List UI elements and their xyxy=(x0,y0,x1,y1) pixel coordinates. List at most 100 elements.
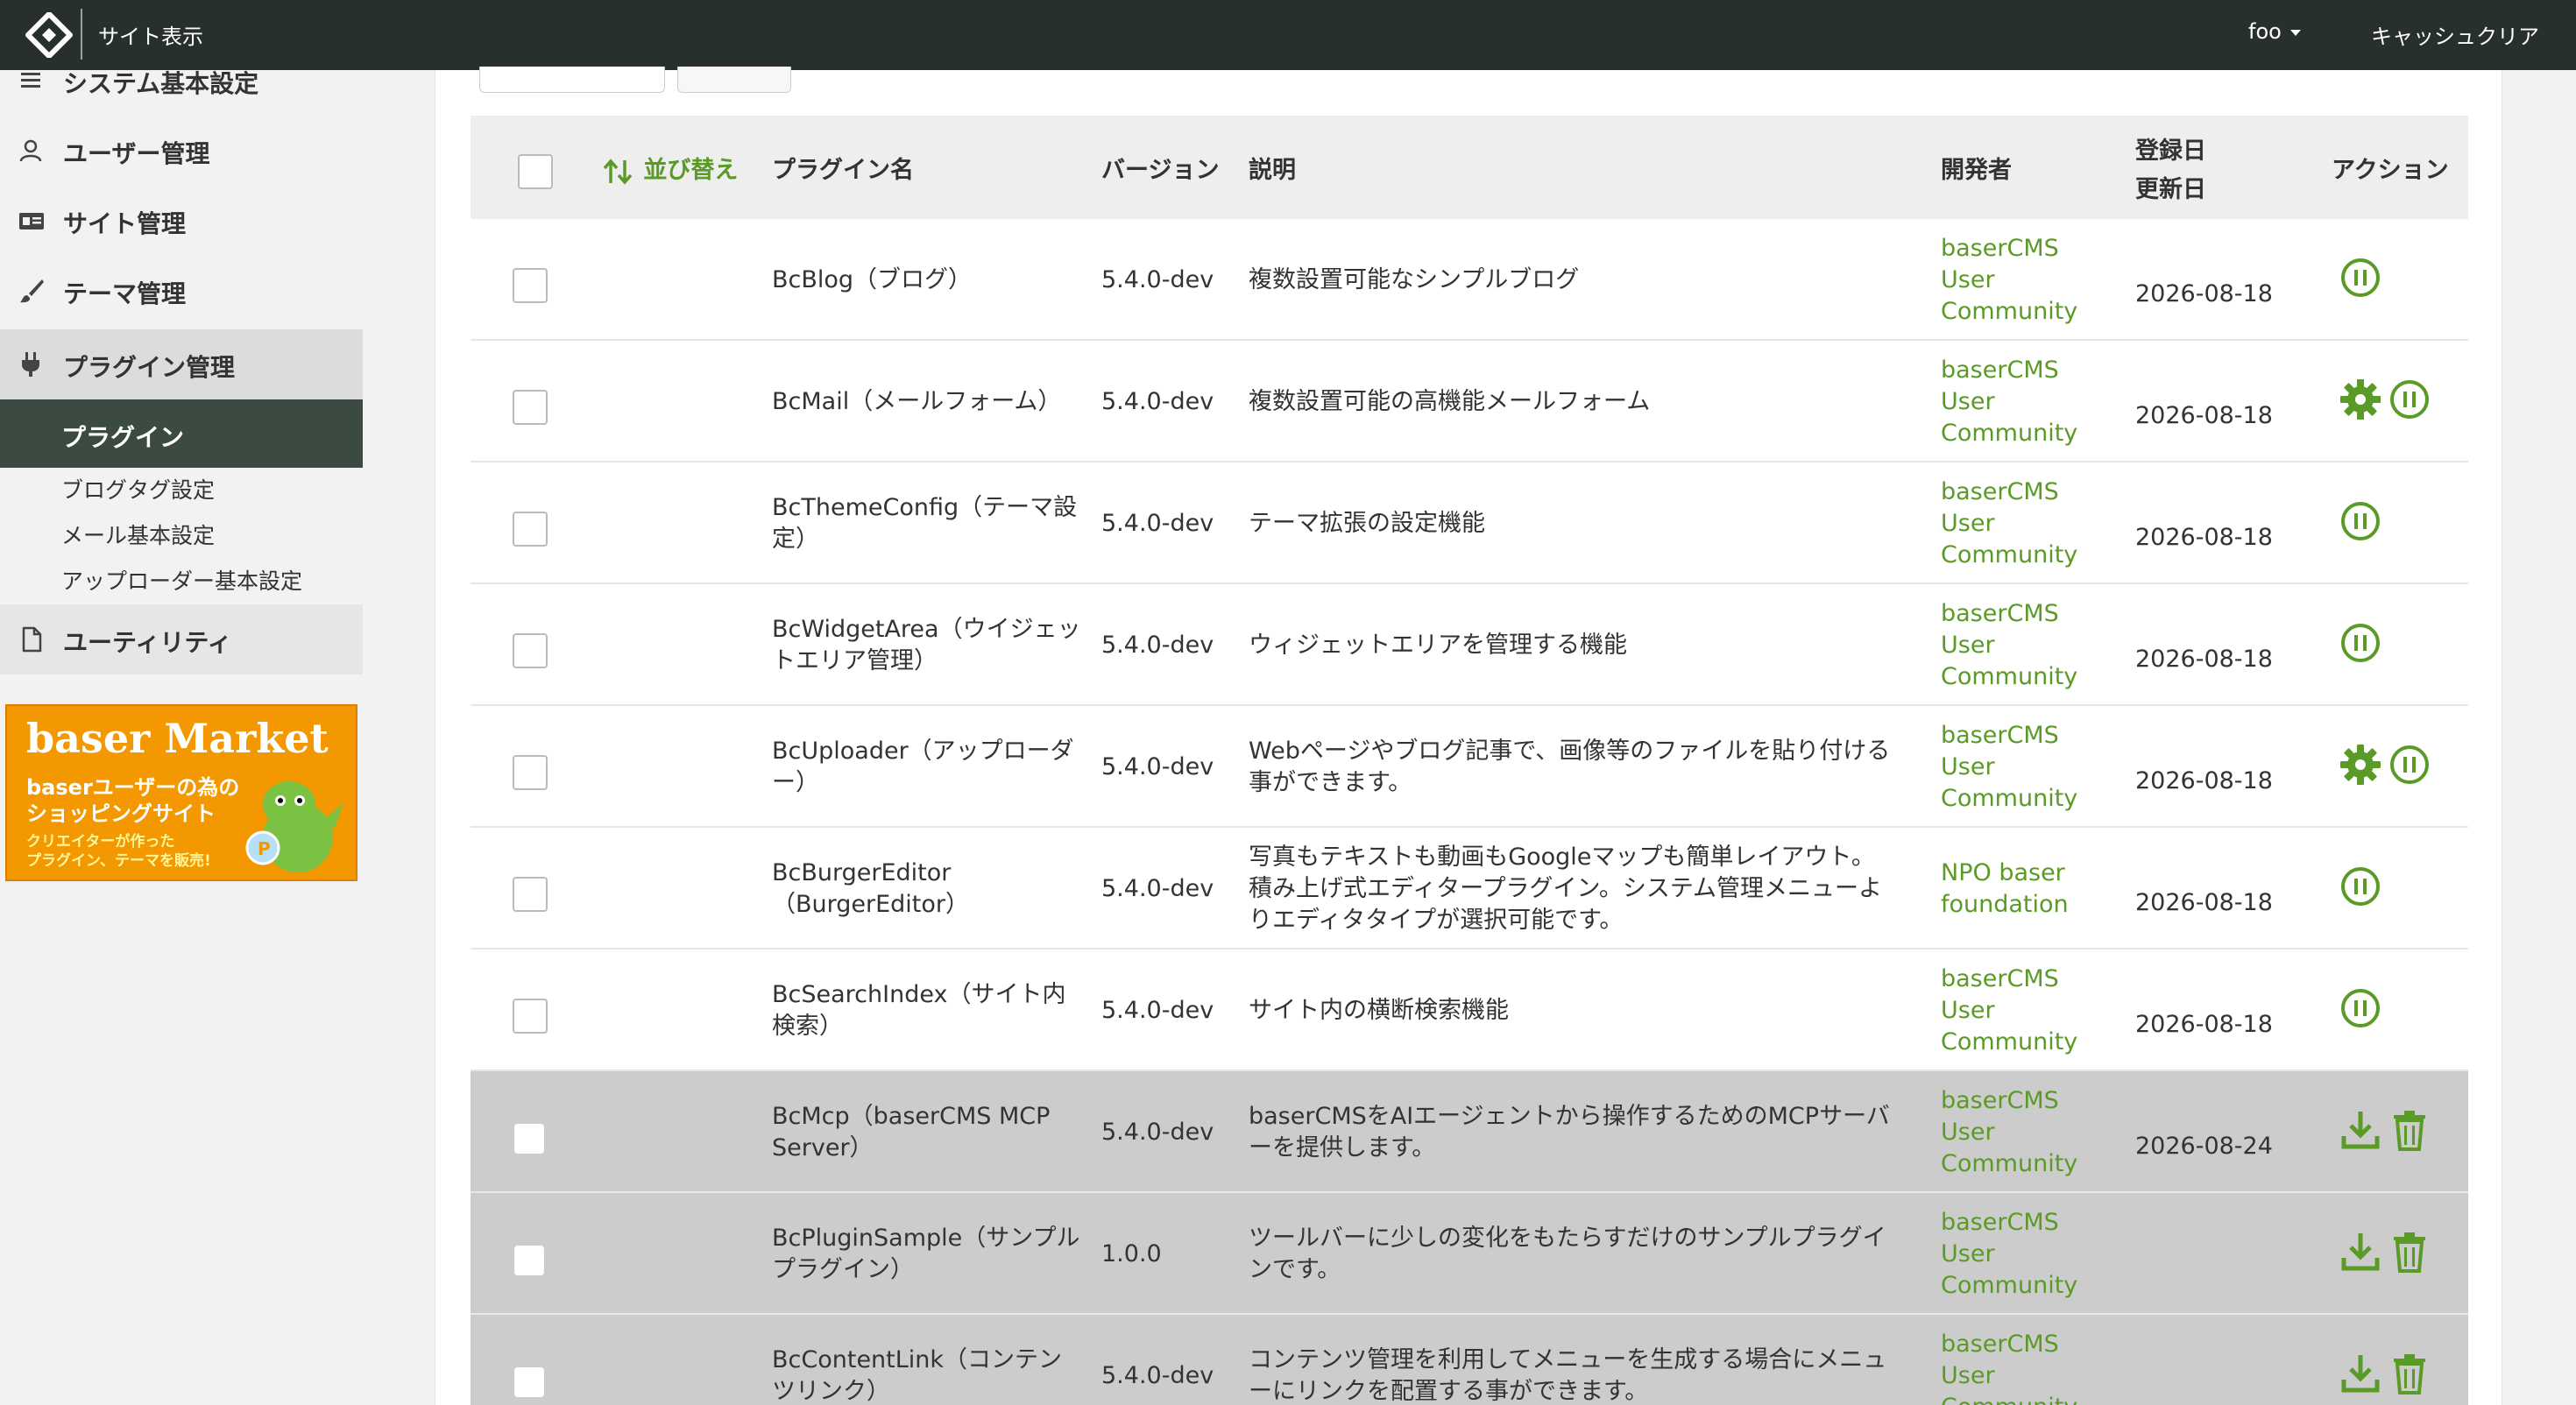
sidebar-item-plugins[interactable]: プラグイン管理 xyxy=(0,329,363,399)
cell-line: 写真もテキストも動画もGoogleマップも簡単レイアウト。 xyxy=(1249,844,1875,871)
sidebar-item-sites[interactable]: サイト管理 xyxy=(0,186,363,256)
row-checkbox[interactable] xyxy=(513,268,548,303)
developer-link[interactable]: baserCMS User Community xyxy=(1941,233,2107,328)
plugin-name: BcWidgetArea（ウイジェッ トエリア管理） xyxy=(772,614,1087,677)
pause-icon[interactable] xyxy=(2337,863,2384,910)
select-all-checkbox[interactable] xyxy=(518,154,553,189)
sidebar-item-users[interactable]: ユーザー管理 xyxy=(0,116,363,186)
gear-icon[interactable] xyxy=(2337,741,2384,788)
sidebar-item-system-settings[interactable]: システム基本設定 xyxy=(0,46,363,116)
plugin-version: 5.4.0-dev xyxy=(1101,1119,1214,1146)
plugin-description: 複数設置可能なシンプルブログ xyxy=(1249,265,1923,296)
plugin-description: 複数設置可能の高機能メールフォーム xyxy=(1249,386,1923,418)
cell-line: 定） xyxy=(772,526,819,553)
install-download-icon[interactable] xyxy=(2337,1350,2384,1397)
row-checkbox[interactable] xyxy=(513,633,548,668)
sidebar-item-utility[interactable]: ユーティリティ xyxy=(0,604,363,674)
cell-line: 複数設置可能の高機能メールフォーム xyxy=(1249,388,1651,415)
sidebar-subitem-uploader-settings[interactable]: アップローダー基本設定 xyxy=(61,564,302,596)
sidebar-subitem-mail-settings[interactable]: メール基本設定 xyxy=(61,519,215,550)
cell-line: baserCMS xyxy=(1941,1087,2059,1114)
install-download-icon[interactable] xyxy=(2337,1106,2384,1154)
cell-line: User xyxy=(1941,510,1995,537)
row-checkbox[interactable] xyxy=(513,390,548,425)
pause-icon[interactable] xyxy=(2337,619,2384,667)
plugin-version: 5.4.0-dev xyxy=(1101,266,1214,293)
cell-line: Community xyxy=(1941,1028,2078,1056)
cache-clear-link[interactable]: キャッシュクリア xyxy=(2371,19,2539,50)
row-actions xyxy=(2337,1228,2442,1281)
cell-line: プラグイン） xyxy=(772,1256,914,1283)
sort-toggle[interactable]: 並び替え xyxy=(602,151,738,187)
id-card-icon xyxy=(19,213,44,229)
main-content: 並び替え プラグイン名 バージョン 説明 開発者 登録日 更新日 アクション B… xyxy=(400,67,2576,1405)
gear-icon[interactable] xyxy=(2337,376,2384,423)
table-row: BcWidgetArea（ウイジェッ トエリア管理） 5.4.0-dev ウィジェット… xyxy=(471,584,2468,706)
row-checkbox[interactable] xyxy=(513,512,548,547)
user-icon xyxy=(19,139,42,162)
pause-icon[interactable] xyxy=(2337,498,2384,545)
pause-icon[interactable] xyxy=(2337,985,2384,1032)
developer-link[interactable]: baserCMS User Community xyxy=(1941,598,2107,693)
install-download-icon[interactable] xyxy=(2337,1228,2384,1275)
row-checkbox[interactable] xyxy=(514,1367,544,1397)
sidebar-subitem-blog-tag[interactable]: ブログタグ設定 xyxy=(61,473,215,505)
plugin-date: 2026-08-18 xyxy=(2135,767,2273,794)
row-checkbox[interactable] xyxy=(513,877,548,912)
plugin-date: 2026-08-18 xyxy=(2135,1011,2273,1038)
cell-line: baserCMS xyxy=(1941,235,2059,262)
developer-link[interactable]: baserCMS User Community xyxy=(1941,477,2107,571)
plugin-name: BcBlog（ブログ） xyxy=(772,265,1087,296)
cell-line: BcPluginSample（サンプル xyxy=(772,1225,1080,1252)
plugin-description: ウィジェットエリアを管理する機能 xyxy=(1249,630,1923,661)
row-checkbox[interactable] xyxy=(514,1246,544,1275)
plugin-name: BcContentLink（コンテン ツリンク） xyxy=(772,1345,1087,1405)
plugin-description: コンテンツ管理を利用してメニューを生成する場合にメニュ ーにリンクを配置する事がで… xyxy=(1249,1345,1923,1405)
plugin-version: 5.4.0-dev xyxy=(1101,875,1214,902)
filter-select[interactable] xyxy=(479,67,665,93)
cell-line: baserCMS xyxy=(1941,1331,2059,1358)
pause-icon[interactable] xyxy=(2386,741,2433,788)
cell-line: User xyxy=(1941,632,1995,659)
plugin-name: BcMcp（baserCMS MCP Server） xyxy=(772,1101,1087,1164)
plugin-version: 5.4.0-dev xyxy=(1101,753,1214,780)
developer-link[interactable]: NPO baser foundation xyxy=(1941,858,2107,921)
developer-link[interactable]: baserCMS User Community xyxy=(1941,1207,2107,1302)
filter-button[interactable] xyxy=(677,67,791,93)
cell-line: BcBurgerEditor xyxy=(772,859,952,886)
plugin-name: BcBurgerEditor （BurgerEditor） xyxy=(772,858,1087,921)
user-menu[interactable]: foo xyxy=(2248,19,2301,44)
developer-link[interactable]: baserCMS User Community xyxy=(1941,964,2107,1058)
plug-icon xyxy=(22,352,39,377)
row-checkbox[interactable] xyxy=(513,755,548,790)
plugin-version: 5.4.0-dev xyxy=(1101,632,1214,659)
row-checkbox[interactable] xyxy=(513,999,548,1034)
cell-line: User xyxy=(1941,753,1995,780)
pause-icon[interactable] xyxy=(2386,376,2433,423)
cell-line: User xyxy=(1941,1240,1995,1267)
sidebar-item-themes[interactable]: テーマ管理 xyxy=(0,256,363,326)
cell-line: ツリンク） xyxy=(772,1378,890,1405)
row-checkbox[interactable] xyxy=(514,1124,544,1154)
developer-link[interactable]: baserCMS User Community xyxy=(1941,1329,2107,1405)
cell-line: ウィジェットエリアを管理する機能 xyxy=(1249,632,1627,659)
trash-icon[interactable] xyxy=(2386,1228,2433,1275)
trash-icon[interactable] xyxy=(2386,1106,2433,1154)
cell-line: Community xyxy=(1941,420,2078,447)
pause-icon[interactable] xyxy=(2337,254,2384,301)
table-row: BcUploader（アップローダ ー） 5.4.0-dev Webページやブログ記事… xyxy=(471,706,2468,828)
caret-down-icon xyxy=(2289,29,2301,36)
sidebar-subitem-plugins[interactable]: プラグイン xyxy=(0,399,363,468)
developer-link[interactable]: baserCMS User Community xyxy=(1941,355,2107,449)
trash-icon[interactable] xyxy=(2386,1350,2433,1397)
table-row: BcThemeConfig（テーマ設 定） 5.4.0-dev テーマ拡張の設定機能 b… xyxy=(471,462,2468,584)
plugin-version: 5.4.0-dev xyxy=(1101,1362,1214,1389)
developer-link[interactable]: baserCMS User Community xyxy=(1941,1085,2107,1180)
sidebar-item-label: プラグイン管理 xyxy=(63,353,236,382)
cell-line: りエディタタイプが選択可能です。 xyxy=(1249,907,1624,934)
developer-link[interactable]: baserCMS User Community xyxy=(1941,720,2107,815)
cell-line: ーにリンクを配置する事ができます。 xyxy=(1249,1378,1649,1405)
cell-line: トエリア管理） xyxy=(772,647,938,674)
baser-market-banner[interactable]: baser Market baserユーザーの為の ショッピングサイト クリエイ… xyxy=(5,704,357,881)
svg-text:P: P xyxy=(258,838,271,859)
